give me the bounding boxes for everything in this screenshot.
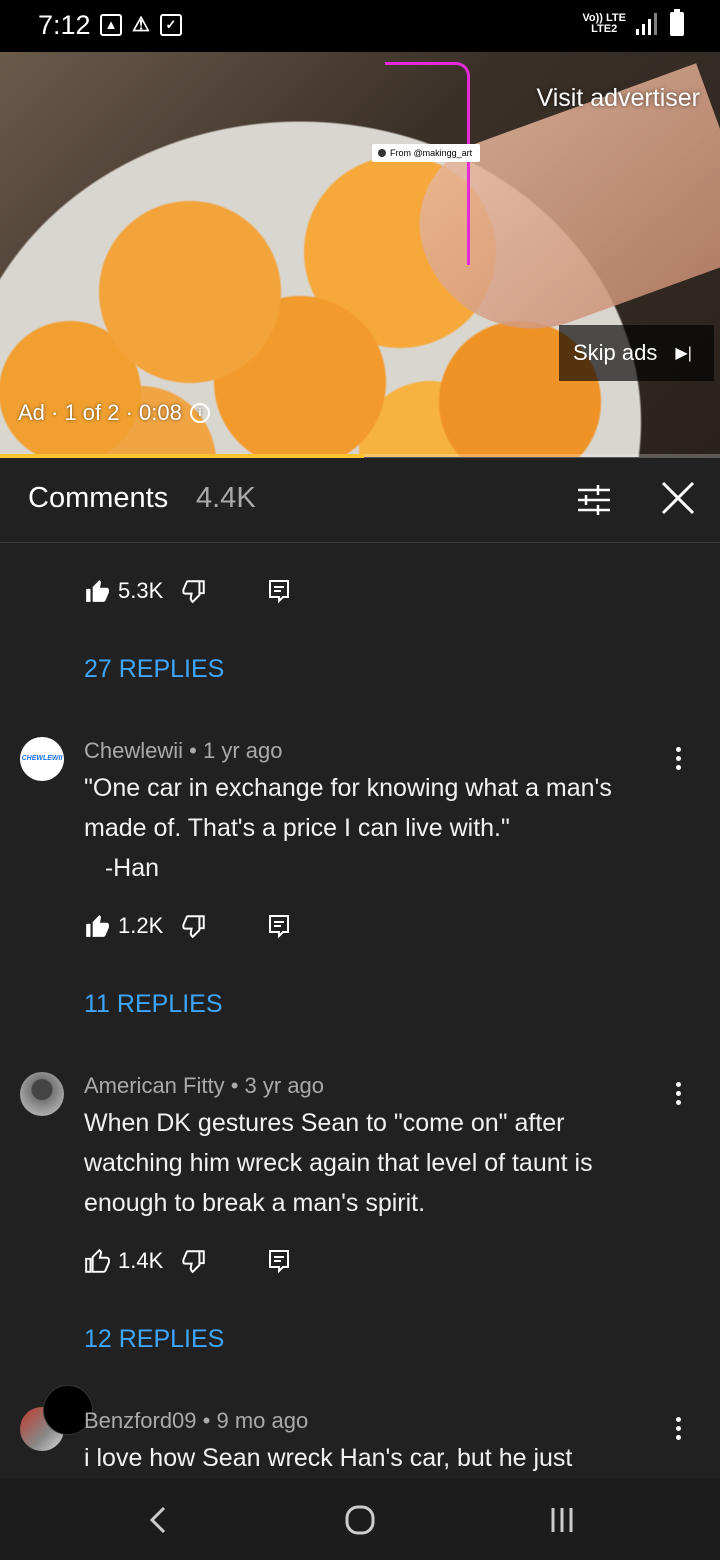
comment-author[interactable]: American Fitty [84,1073,225,1098]
ad-info: Ad · 1 of 2 · 0:08 i [18,400,210,426]
comment-age: 3 yr ago [244,1073,325,1098]
skip-ads-button[interactable]: Skip ads ▶︎| [559,325,714,381]
comment-actions: 1.4K [84,1245,291,1277]
comment-meta: American Fitty • 3 yr ago [84,1073,325,1098]
like-count: 5.3K [118,578,164,603]
recents-icon[interactable] [542,1500,582,1540]
comment-author[interactable]: Chewlewii [84,738,183,763]
network-bottom-label: LTE2 [591,23,618,35]
like-count: 1.2K [118,913,164,938]
comment-text: When DK gestures Sean to "come on" after… [84,1109,600,1217]
info-icon[interactable]: i [189,403,210,423]
notification-icons: ▲ ⚠ ✓ [100,14,182,36]
avatar-text: CHEWLEWII [21,755,63,762]
comment-age: 9 mo ago [216,1408,309,1433]
sort-icon[interactable] [576,482,612,518]
like-count: 1.4K [118,1248,164,1273]
reply-icon[interactable] [267,913,291,939]
alert-icon: ⚠ [132,14,150,36]
check-icon: ✓ [160,14,182,36]
status-time: 7:12 [38,10,91,40]
thumbs-up-icon[interactable] [84,1248,110,1274]
view-replies-button[interactable]: 11 REPLIES [84,990,223,1019]
view-replies-button[interactable]: 27 REPLIES [84,655,224,684]
ad-source-tag: From @makingg_art [372,144,481,162]
comments-header: Comments 4.4K [0,458,720,543]
thumbs-down-icon[interactable] [181,913,207,939]
more-vert-icon[interactable] [668,1413,688,1443]
comments-title: Comments [28,482,169,514]
thumbs-down-icon[interactable] [181,578,207,604]
image-icon: ▲ [100,14,122,36]
comment-text: i love how Sean wreck Han's car, but he … [84,1444,573,1472]
status-bar: 7:12 ▲ ⚠ ✓ Vo)) LTE LTE2 [0,0,720,52]
video-player[interactable]: From @makingg_art Visit advertiser Skip … [0,52,720,457]
comment-actions: 5.3K [84,575,291,607]
thumbs-up-icon[interactable] [84,913,110,939]
comments-count: 4.4K [196,482,256,514]
comment-author[interactable]: Benzford09 [84,1408,197,1433]
comment-actions: 1.2K [84,910,291,942]
tag-dot-icon [378,149,386,157]
more-vert-icon[interactable] [668,743,688,773]
home-icon[interactable] [340,1500,380,1540]
status-right: Vo)) LTE LTE2 [582,9,684,36]
view-replies-button[interactable]: 12 REPLIES [84,1325,224,1354]
ad-source-label: From @makingg_art [390,148,473,158]
battery-icon [670,9,684,36]
avatar[interactable] [20,1072,64,1116]
ad-info-label: Ad · 1 of 2 · 0:08 [18,400,182,425]
comment-text: "One car in exchange for knowing what a … [84,774,612,882]
comment-meta: Benzford09 • 9 mo ago [84,1408,309,1433]
comment-meta: Chewlewii • 1 yr ago [84,738,283,763]
network-indicator: Vo)) LTE LTE2 [582,13,626,35]
system-nav-bar [0,1478,720,1560]
more-vert-icon[interactable] [668,1078,688,1108]
ad-annotation-line [385,62,470,265]
reply-icon[interactable] [267,578,291,604]
close-icon[interactable] [660,480,696,516]
visit-advertiser-button[interactable]: Visit advertiser [537,84,701,113]
skip-next-icon: ▶︎| [675,345,692,362]
thumbs-down-icon[interactable] [181,1248,207,1274]
reply-icon[interactable] [267,1248,291,1274]
avatar[interactable]: CHEWLEWII [20,737,64,781]
signal-icon [636,13,660,35]
back-icon[interactable] [138,1500,178,1540]
thumbs-up-icon[interactable] [84,578,110,604]
comment-age: 1 yr ago [202,738,283,763]
skip-ads-label: Skip ads [573,340,658,365]
